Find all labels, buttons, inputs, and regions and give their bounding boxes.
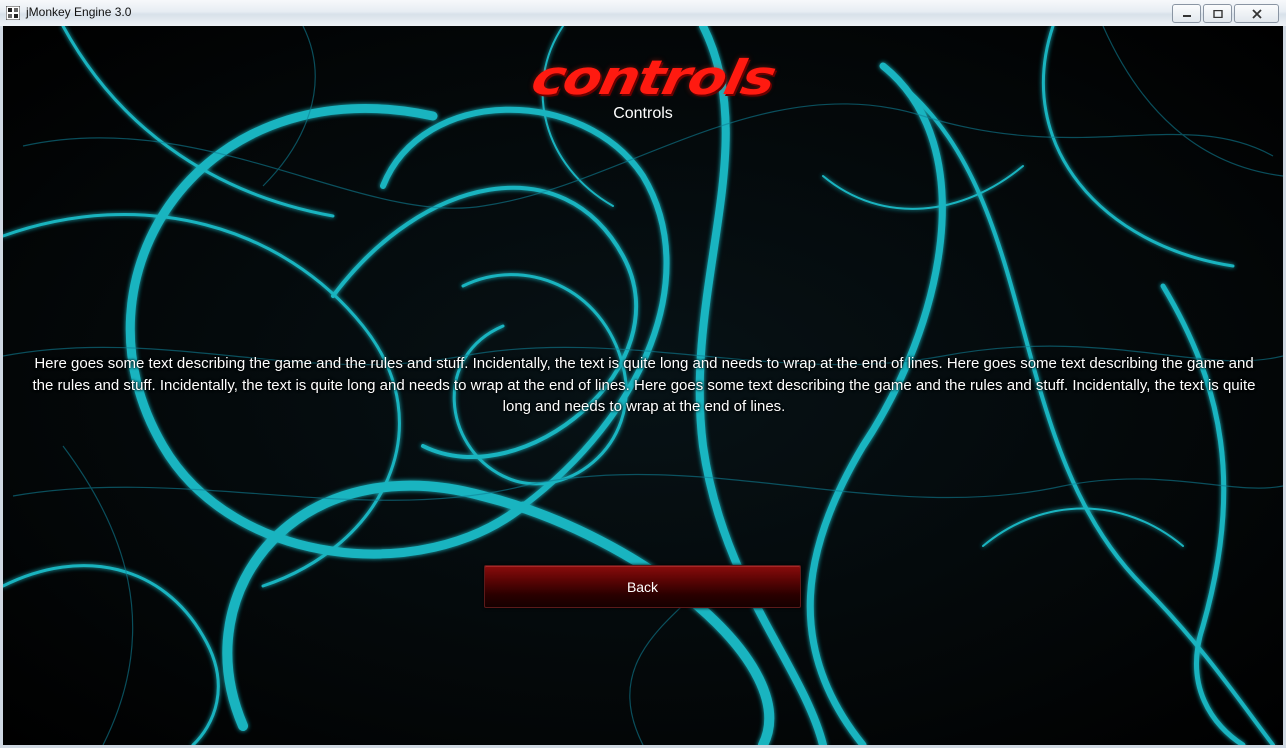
close-icon <box>1251 8 1262 19</box>
maximize-button[interactable] <box>1203 4 1232 23</box>
logo-text: controls <box>526 50 780 107</box>
description-text: Here goes some text describing the game … <box>32 355 1256 415</box>
window-titlebar[interactable]: jMonkey Engine 3.0 <box>0 0 1286 27</box>
window-controls <box>1172 4 1279 23</box>
screen-heading: Controls <box>613 105 673 122</box>
window-title: jMonkey Engine 3.0 <box>26 5 132 19</box>
jmonkey-app-icon <box>6 6 20 20</box>
minimize-button[interactable] <box>1172 4 1201 23</box>
game-canvas[interactable]: controls Controls Here goes some text de… <box>3 26 1283 745</box>
minimize-icon <box>1182 14 1191 17</box>
close-button[interactable] <box>1234 4 1279 23</box>
back-button[interactable]: Back <box>484 565 801 608</box>
window-frame: controls Controls Here goes some text de… <box>0 26 1286 748</box>
maximize-icon <box>1212 9 1223 18</box>
